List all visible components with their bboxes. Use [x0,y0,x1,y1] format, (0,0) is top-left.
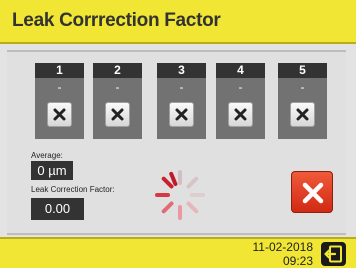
clear-slot-3-button[interactable] [169,102,194,127]
slot-value: - [300,80,305,94]
slot-number: 3 [157,63,206,78]
slot-value: - [57,80,62,94]
average-label: Average: [31,151,63,160]
close-icon [234,108,247,121]
measurement-slot-2: 2 - [93,63,142,139]
close-icon [53,108,66,121]
slot-number: 1 [35,63,84,78]
slot-body: - [157,78,206,139]
cancel-button[interactable] [291,171,333,213]
close-icon [175,108,188,121]
slot-number: 5 [278,63,327,78]
footer-date: 11-02-2018 [252,240,314,254]
measurement-slot-5: 5 - [278,63,327,139]
close-icon [111,108,124,121]
exit-button[interactable] [321,242,346,266]
leak-factor-label: Leak Correction Factor: [31,185,115,194]
measurement-slot-3: 3 - [157,63,206,139]
measurement-slot-1: 1 - [35,63,84,139]
slot-value: - [115,80,120,94]
spinner-icon [155,170,205,220]
page-title: Leak Corrrection Factor [12,10,221,31]
slot-number: 4 [216,63,265,78]
slot-number: 2 [93,63,142,78]
clear-slot-5-button[interactable] [290,102,315,127]
clear-slot-2-button[interactable] [105,102,130,127]
clear-slot-4-button[interactable] [228,102,253,127]
slot-body: - [35,78,84,139]
slot-value: - [179,80,184,94]
slot-body: - [278,78,327,139]
header-bar: Leak Corrrection Factor [0,0,356,44]
clear-slot-1-button[interactable] [47,102,72,127]
slot-body: - [93,78,142,139]
leak-factor-value: 0.00 [31,198,84,220]
close-icon [302,182,324,204]
exit-icon [324,245,342,263]
footer-bar: 11-02-2018 09:23 [0,237,356,268]
footer-time: 09:23 [282,254,313,268]
measurement-slot-4: 4 - [216,63,265,139]
slot-body: - [216,78,265,139]
slot-value: - [238,80,243,94]
app-window: Leak Corrrection Factor 1 - 2 - 3 - 4 - … [0,0,356,268]
average-value: 0 µm [31,161,73,180]
close-icon [296,108,309,121]
